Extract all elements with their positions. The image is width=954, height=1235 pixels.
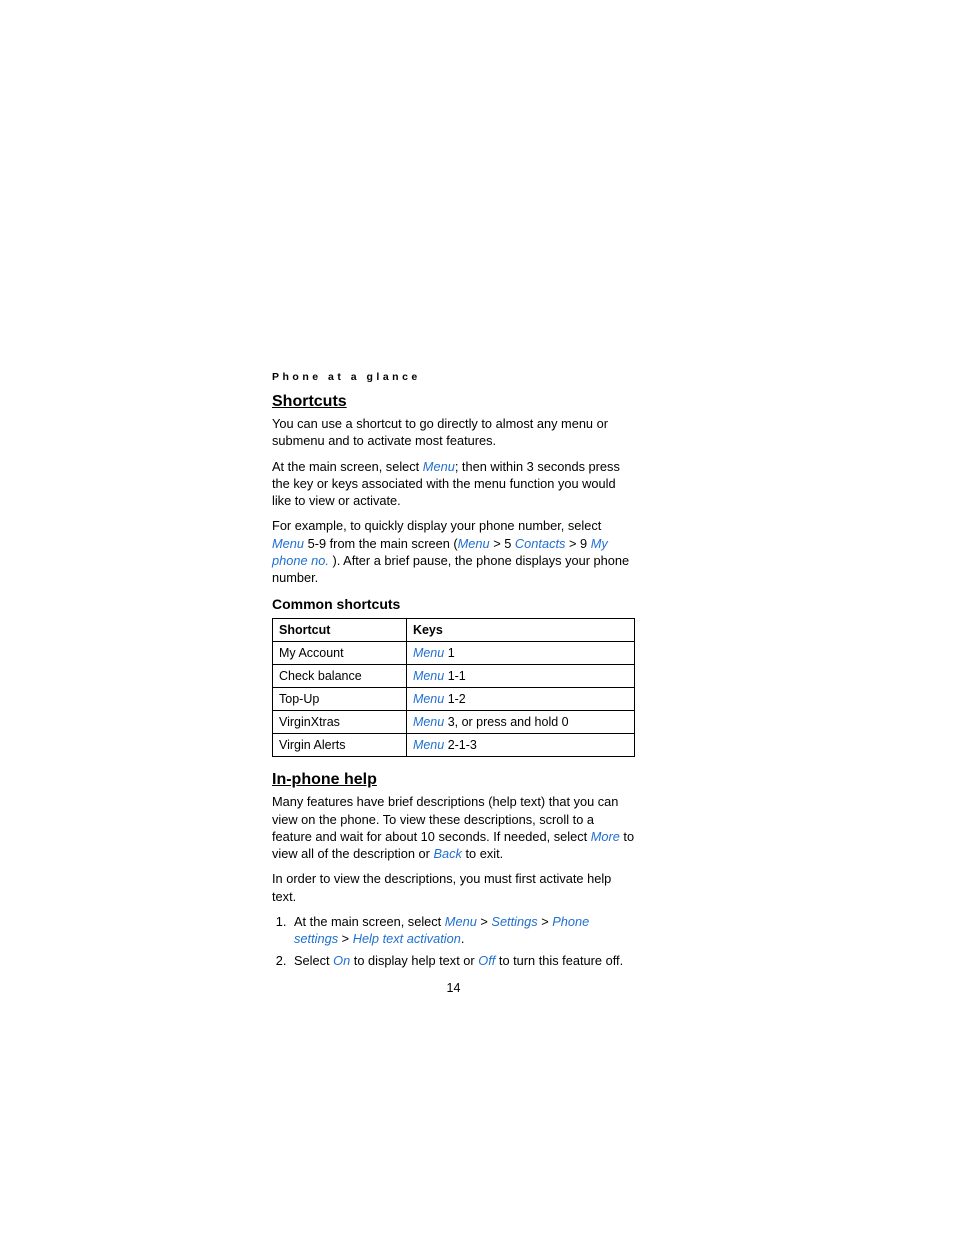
text: > 9 xyxy=(565,536,590,551)
menu-ref: Menu xyxy=(458,536,490,551)
shortcuts-p3: For example, to quickly display your pho… xyxy=(272,517,635,586)
steps-list: At the main screen, select Menu > Settin… xyxy=(290,913,635,969)
text: 1 xyxy=(444,646,454,660)
text: At the main screen, select xyxy=(294,914,445,929)
step-1: At the main screen, select Menu > Settin… xyxy=(290,913,635,948)
on-ref: On xyxy=(333,953,350,968)
table-header-row: Shortcut Keys xyxy=(273,619,635,642)
menu-ref: Menu xyxy=(272,536,304,551)
shortcut-cell: Top-Up xyxy=(273,688,407,711)
menu-ref: Menu xyxy=(413,738,444,752)
inphone-help-heading: In-phone help xyxy=(272,771,635,789)
common-shortcuts-heading: Common shortcuts xyxy=(272,596,635,612)
page-content: Phone at a glance Shortcuts You can use … xyxy=(272,371,635,973)
shortcuts-table: Shortcut Keys My Account Menu 1 Check ba… xyxy=(272,618,635,757)
col-shortcut: Shortcut xyxy=(273,619,407,642)
text: > 5 xyxy=(490,536,515,551)
menu-ref: Menu xyxy=(445,914,477,929)
text: 1-1 xyxy=(444,669,466,683)
shortcuts-p2: At the main screen, select Menu; then wi… xyxy=(272,458,635,510)
table-row: Virgin Alerts Menu 2-1-3 xyxy=(273,734,635,757)
more-ref: More xyxy=(591,829,620,844)
text: For example, to quickly display your pho… xyxy=(272,518,601,533)
keys-cell: Menu 1-1 xyxy=(406,665,634,688)
text: to turn this feature off. xyxy=(495,953,623,968)
settings-ref: Settings xyxy=(491,914,537,929)
text: to display help text or xyxy=(350,953,478,968)
menu-ref: Menu xyxy=(413,715,444,729)
table-row: Top-Up Menu 1-2 xyxy=(273,688,635,711)
menu-ref: Menu xyxy=(413,646,444,660)
text: > xyxy=(538,914,553,929)
shortcut-cell: Check balance xyxy=(273,665,407,688)
shortcuts-heading: Shortcuts xyxy=(272,393,635,411)
text: 5-9 from the main screen ( xyxy=(304,536,458,551)
keys-cell: Menu 1-2 xyxy=(406,688,634,711)
running-head: Phone at a glance xyxy=(272,371,635,383)
shortcut-cell: My Account xyxy=(273,642,407,665)
inphone-p2: In order to view the descriptions, you m… xyxy=(272,870,635,905)
text: At the main screen, select xyxy=(272,459,423,474)
text: 1-2 xyxy=(444,692,466,706)
help-text-activation-ref: Help text activation xyxy=(353,931,461,946)
shortcut-cell: VirginXtras xyxy=(273,711,407,734)
step-2: Select On to display help text or Off to… xyxy=(290,952,635,969)
menu-ref: Menu xyxy=(423,459,455,474)
menu-ref: Menu xyxy=(413,669,444,683)
keys-cell: Menu 3, or press and hold 0 xyxy=(406,711,634,734)
text: to exit. xyxy=(462,846,503,861)
text: 3, or press and hold 0 xyxy=(444,715,568,729)
back-ref: Back xyxy=(433,846,461,861)
text: 2-1-3 xyxy=(444,738,477,752)
menu-ref: Menu xyxy=(413,692,444,706)
page-number: 14 xyxy=(272,981,635,995)
text: > xyxy=(477,914,492,929)
col-keys: Keys xyxy=(406,619,634,642)
shortcut-cell: Virgin Alerts xyxy=(273,734,407,757)
keys-cell: Menu 1 xyxy=(406,642,634,665)
text: > xyxy=(338,931,353,946)
text: Select xyxy=(294,953,333,968)
keys-cell: Menu 2-1-3 xyxy=(406,734,634,757)
shortcuts-intro: You can use a shortcut to go directly to… xyxy=(272,415,635,450)
table-row: Check balance Menu 1-1 xyxy=(273,665,635,688)
contacts-ref: Contacts xyxy=(515,536,566,551)
table-row: My Account Menu 1 xyxy=(273,642,635,665)
text: Many features have brief descriptions (h… xyxy=(272,794,618,844)
off-ref: Off xyxy=(478,953,495,968)
table-row: VirginXtras Menu 3, or press and hold 0 xyxy=(273,711,635,734)
text: . xyxy=(461,931,465,946)
inphone-p1: Many features have brief descriptions (h… xyxy=(272,793,635,862)
